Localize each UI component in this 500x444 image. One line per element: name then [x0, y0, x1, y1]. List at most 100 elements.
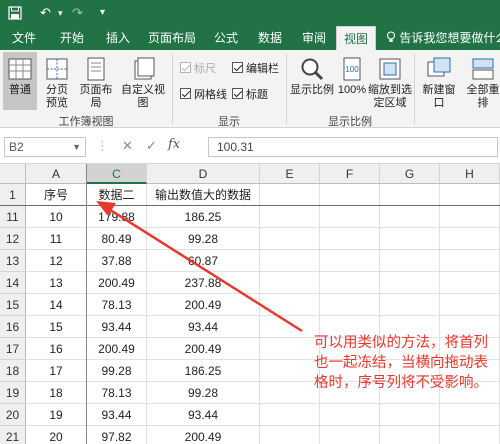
- cell[interactable]: 93.44: [147, 404, 260, 426]
- cell[interactable]: [380, 228, 440, 250]
- cell[interactable]: 78.13: [87, 382, 147, 404]
- zoom-to-selection-button[interactable]: 缩放到选定区域: [368, 52, 412, 110]
- tab-formulas[interactable]: 公式: [206, 26, 246, 50]
- redo-button[interactable]: ↷: [72, 4, 83, 22]
- tab-file[interactable]: 文件: [6, 26, 42, 50]
- select-all-corner[interactable]: [0, 164, 26, 184]
- cell[interactable]: [320, 206, 380, 228]
- row-header[interactable]: 14: [0, 272, 26, 294]
- cell[interactable]: [260, 250, 320, 272]
- cell[interactable]: [260, 206, 320, 228]
- zoom-button[interactable]: 显示比例: [290, 52, 334, 110]
- tab-view[interactable]: 视图: [336, 26, 376, 50]
- row-header[interactable]: 19: [0, 382, 26, 404]
- tell-me-box[interactable]: 告诉我您想要做什么...: [386, 26, 500, 50]
- cell[interactable]: [260, 360, 320, 382]
- row-header[interactable]: 21: [0, 426, 26, 444]
- cell[interactable]: [380, 206, 440, 228]
- cell[interactable]: [260, 228, 320, 250]
- cell[interactable]: 19: [26, 404, 87, 426]
- column-header-h[interactable]: H: [440, 164, 500, 184]
- cell[interactable]: 200.49: [147, 338, 260, 360]
- page-layout-view-button[interactable]: 页面布局: [76, 52, 116, 110]
- row-header[interactable]: 18: [0, 360, 26, 382]
- cell[interactable]: 93.44: [87, 316, 147, 338]
- cancel-entry-icon[interactable]: ✕: [122, 138, 133, 154]
- column-header-f[interactable]: F: [320, 164, 380, 184]
- cell[interactable]: [260, 294, 320, 316]
- row-header[interactable]: 20: [0, 404, 26, 426]
- cell[interactable]: [260, 316, 320, 338]
- cell[interactable]: 序号: [26, 184, 87, 206]
- column-header-g[interactable]: G: [380, 164, 440, 184]
- cell[interactable]: [440, 404, 500, 426]
- custom-views-button[interactable]: 自定义视图: [118, 52, 168, 110]
- cell[interactable]: 13: [26, 272, 87, 294]
- cell[interactable]: [320, 228, 380, 250]
- tab-home[interactable]: 开始: [52, 26, 92, 50]
- row-header[interactable]: 12: [0, 228, 26, 250]
- cell[interactable]: 11: [26, 228, 87, 250]
- cell[interactable]: 输出数值大的数据: [147, 184, 260, 206]
- cell[interactable]: [320, 184, 380, 206]
- row-header[interactable]: 17: [0, 338, 26, 360]
- cell[interactable]: 237.88: [147, 272, 260, 294]
- cell[interactable]: [380, 294, 440, 316]
- customize-quick-access-icon[interactable]: ▾: [100, 4, 105, 22]
- cell[interactable]: [440, 228, 500, 250]
- cell[interactable]: 99.28: [147, 228, 260, 250]
- cell[interactable]: 99.28: [147, 382, 260, 404]
- tab-data[interactable]: 数据: [250, 26, 290, 50]
- cell[interactable]: [440, 206, 500, 228]
- row-header[interactable]: 16: [0, 316, 26, 338]
- cell[interactable]: 93.44: [147, 316, 260, 338]
- formula-bar-checkbox[interactable]: 编辑栏: [232, 62, 279, 78]
- page-break-preview-button[interactable]: 分页预览: [40, 52, 74, 110]
- name-box-dropdown-icon[interactable]: ▼: [72, 138, 81, 156]
- cell[interactable]: [440, 272, 500, 294]
- row-header[interactable]: 1: [0, 184, 26, 206]
- cell[interactable]: 12: [26, 250, 87, 272]
- column-header-d[interactable]: D: [147, 164, 260, 184]
- ruler-checkbox[interactable]: 标尺: [180, 62, 216, 78]
- cell[interactable]: 60.87: [147, 250, 260, 272]
- cell[interactable]: [260, 426, 320, 444]
- normal-view-button[interactable]: 普通: [3, 52, 37, 110]
- cell[interactable]: 10: [26, 206, 87, 228]
- cell[interactable]: [320, 404, 380, 426]
- cell[interactable]: [440, 184, 500, 206]
- cell[interactable]: [380, 404, 440, 426]
- formula-input[interactable]: 100.31: [208, 137, 498, 157]
- cell[interactable]: 20: [26, 426, 87, 444]
- cell[interactable]: 97.82: [87, 426, 147, 444]
- cell[interactable]: 17: [26, 360, 87, 382]
- cell[interactable]: 99.28: [87, 360, 147, 382]
- tab-review[interactable]: 审阅: [294, 26, 334, 50]
- cell[interactable]: 186.25: [147, 360, 260, 382]
- cell[interactable]: [260, 272, 320, 294]
- cell[interactable]: 78.13: [87, 294, 147, 316]
- cell[interactable]: [380, 272, 440, 294]
- row-header[interactable]: 15: [0, 294, 26, 316]
- cell[interactable]: 14: [26, 294, 87, 316]
- cell[interactable]: [320, 272, 380, 294]
- cell[interactable]: 200.49: [147, 294, 260, 316]
- cell[interactable]: 80.49: [87, 228, 147, 250]
- cell[interactable]: 200.49: [147, 426, 260, 444]
- undo-button[interactable]: ↶: [40, 4, 51, 22]
- save-icon[interactable]: [8, 4, 22, 22]
- cell[interactable]: [260, 338, 320, 360]
- cell[interactable]: 37.88: [87, 250, 147, 272]
- cell[interactable]: [440, 294, 500, 316]
- column-header-c[interactable]: C: [87, 164, 147, 184]
- cell[interactable]: 18: [26, 382, 87, 404]
- cell[interactable]: [260, 184, 320, 206]
- cell[interactable]: [440, 426, 500, 444]
- cell[interactable]: 15: [26, 316, 87, 338]
- cell[interactable]: [320, 426, 380, 444]
- undo-dropdown-icon[interactable]: ▾: [58, 4, 63, 22]
- cell[interactable]: 200.49: [87, 338, 147, 360]
- cell[interactable]: 200.49: [87, 272, 147, 294]
- cell[interactable]: [320, 294, 380, 316]
- cell[interactable]: [440, 250, 500, 272]
